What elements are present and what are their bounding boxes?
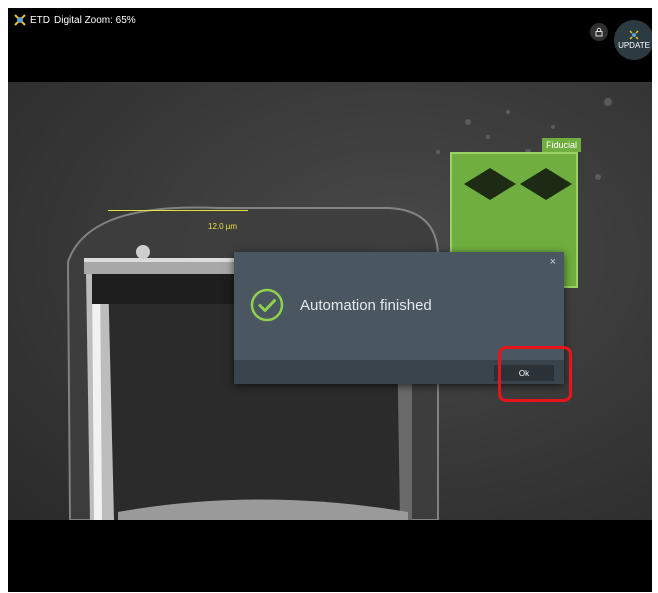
update-icon [629,30,639,40]
check-circle-icon [250,288,284,322]
lock-icon [595,27,603,37]
update-label: UPDATE [618,41,650,50]
detector-label: ETD [30,15,50,26]
digital-zoom-label: Digital Zoom: 65% [54,15,136,26]
scale-bar-label: 12.0 µm [208,222,238,231]
detector-icon [14,14,26,26]
top-bar: ETD Digital Zoom: 65% UPDATE [8,8,652,82]
fiducial-label: Fiducial [542,138,582,152]
update-button[interactable]: UPDATE [614,20,652,60]
dialog-message: Automation finished [300,297,432,314]
bottom-panel [8,520,652,592]
microscope-window: ETD Digital Zoom: 65% UPDATE Fiducial 12… [8,8,652,592]
highlight-annotation [498,346,572,402]
scale-bar [108,210,248,211]
lock-button[interactable] [590,23,608,41]
close-icon[interactable]: × [550,256,556,268]
